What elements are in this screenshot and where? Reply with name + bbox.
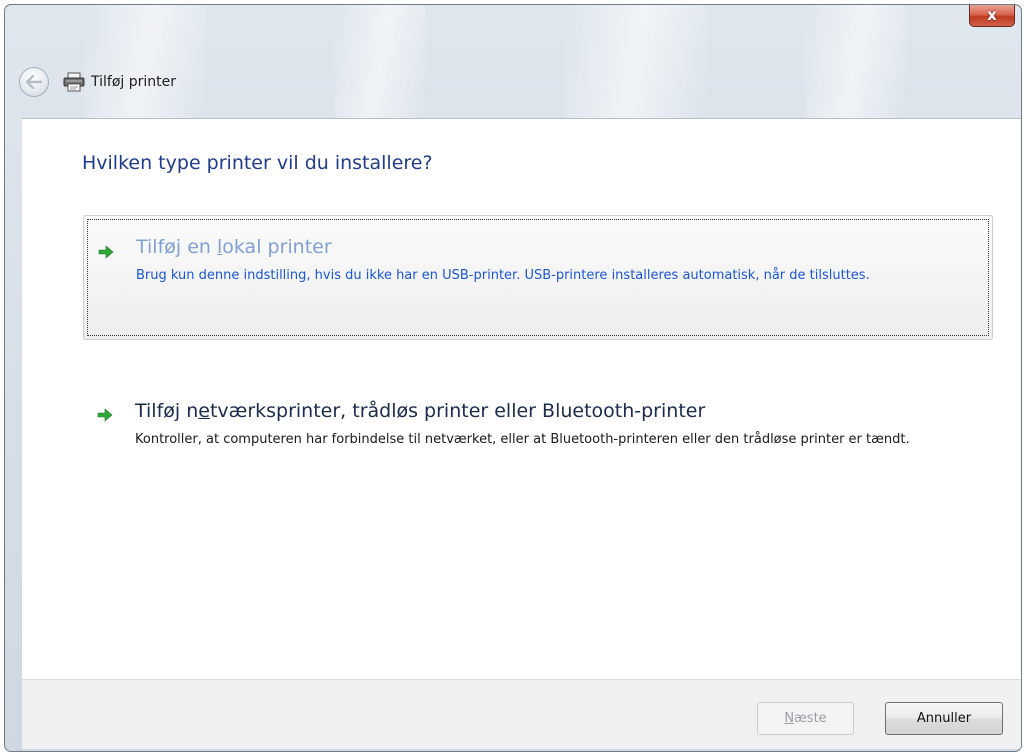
option-network-printer-title[interactable]: Tilføj netværksprinter, trådløs printer … [135,400,705,422]
glass-decoration [805,5,905,123]
back-arrow-icon [26,75,42,89]
cancel-button[interactable]: Annuller [885,702,1003,735]
glass-decoration [85,5,205,123]
add-printer-dialog: x Tilføj printer Hvilken type printer vi… [4,4,1022,752]
option-local-printer-description: Brug kun denne indstilling, hvis du ikke… [136,268,870,283]
wizard-content: Hvilken type printer vil du installere? … [22,118,1021,679]
option-local-printer[interactable]: Tilføj en lokal printer Brug kun denne i… [83,215,993,340]
back-button[interactable] [19,67,49,97]
page-title: Hvilken type printer vil du installere? [82,152,433,174]
close-icon: x [987,6,997,24]
window-title: Tilføj printer [91,74,176,90]
option-local-printer-title[interactable]: Tilføj en lokal printer [136,236,332,258]
option-network-printer[interactable]: Tilføj netværksprinter, trådløs printer … [83,389,993,489]
option-network-printer-description: Kontroller, at computeren har forbindels… [135,432,910,447]
green-arrow-icon [97,408,113,422]
printer-icon [63,72,85,92]
glass-decoration [335,5,425,123]
next-button[interactable]: Næste [757,702,854,735]
wizard-footer: Næste Annuller [22,679,1021,749]
navigation-bar: Tilføj printer [19,65,176,99]
green-arrow-icon [98,245,114,259]
glass-decoration [565,5,705,123]
close-button[interactable]: x [969,5,1015,27]
